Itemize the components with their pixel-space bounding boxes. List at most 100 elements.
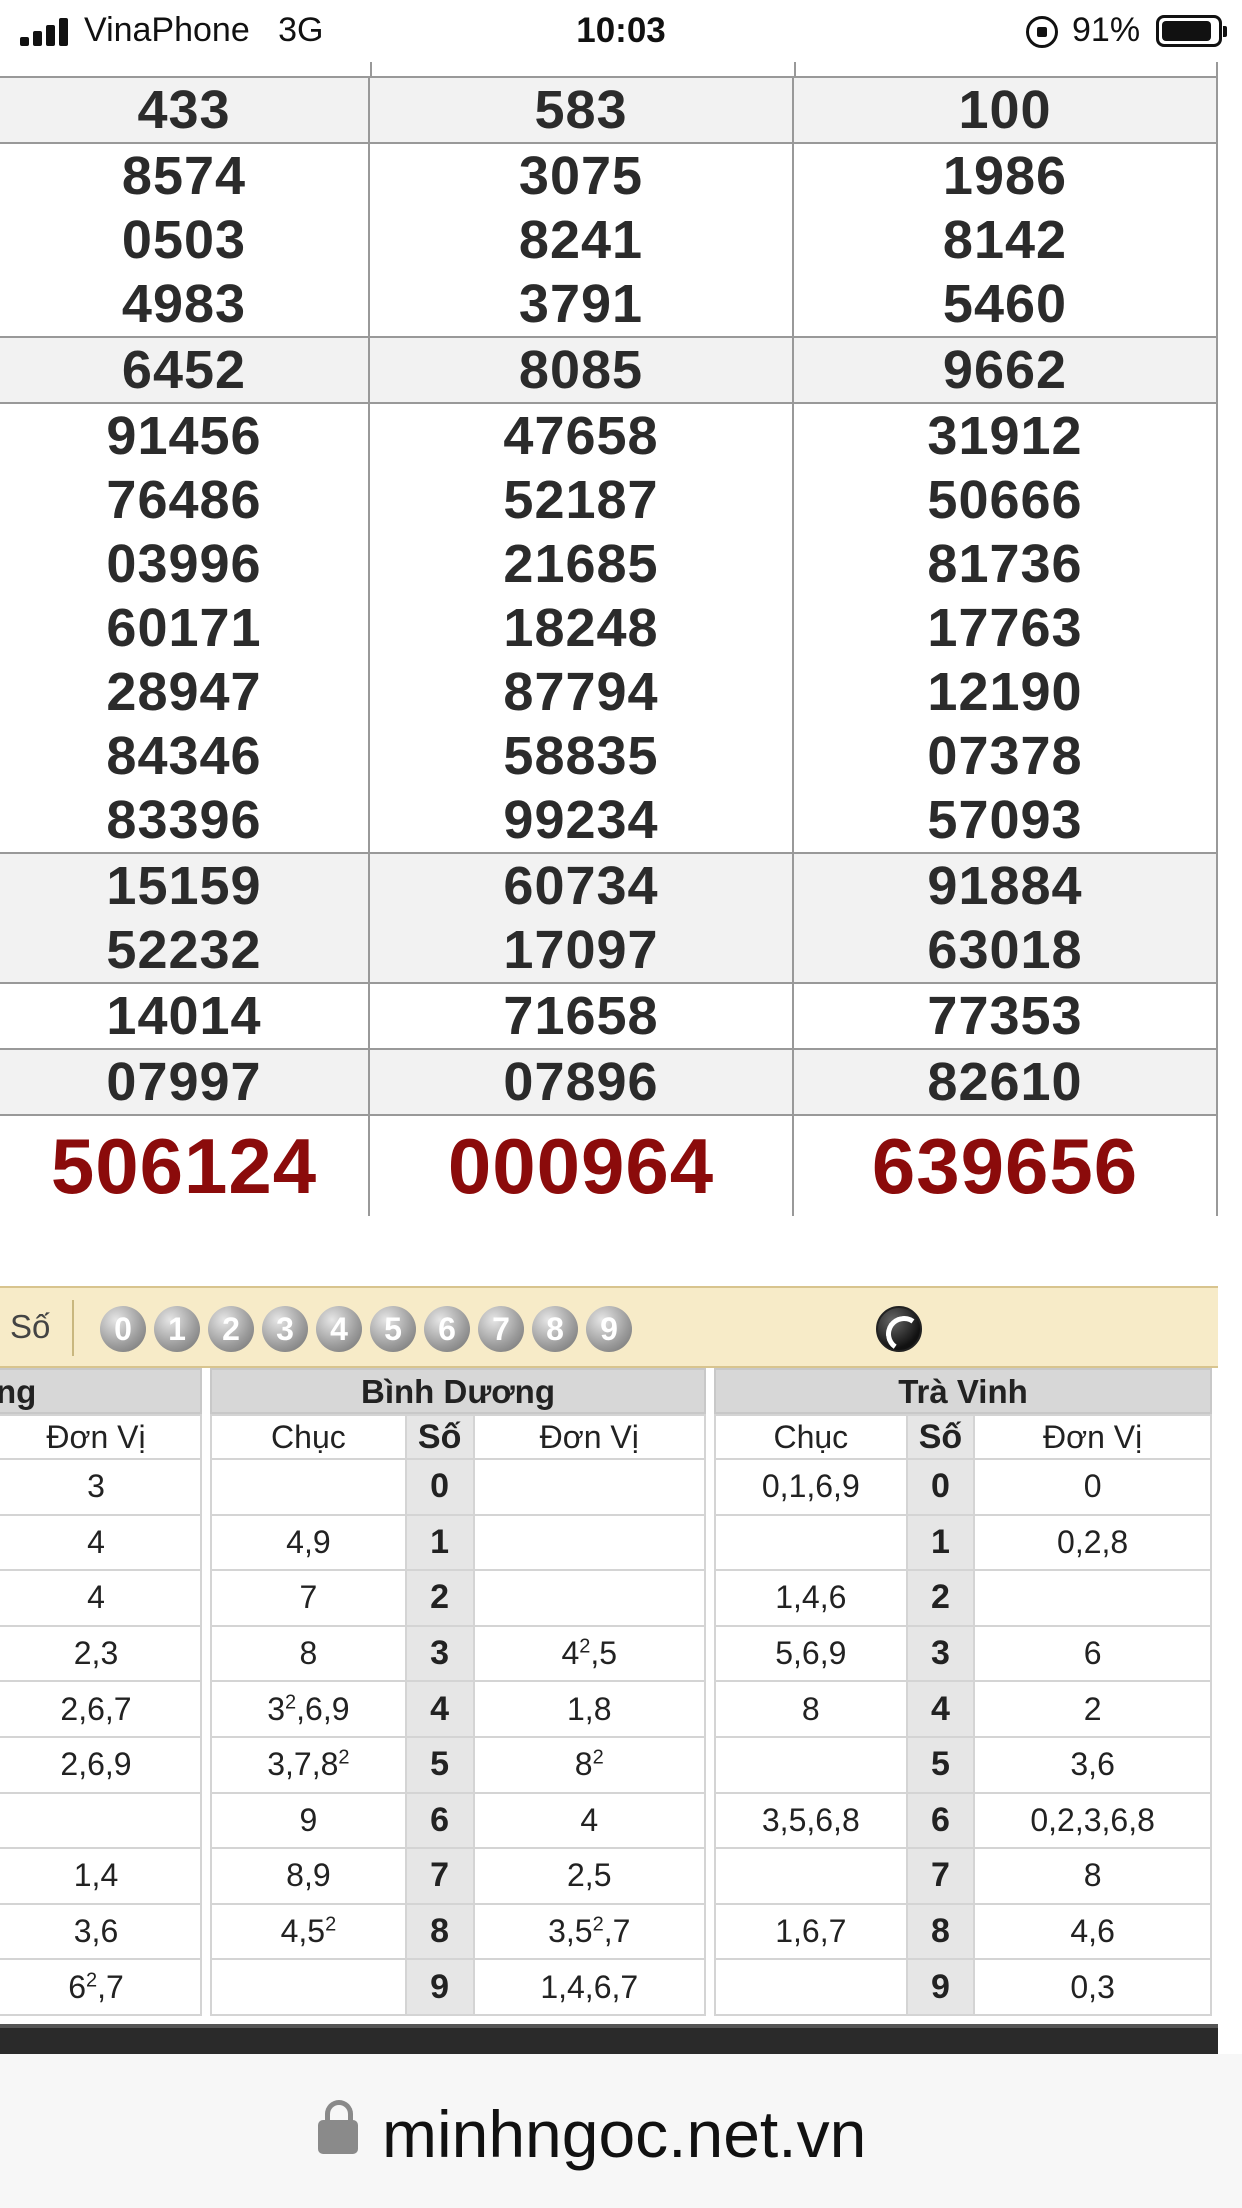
prize-number: 17097	[503, 920, 659, 980]
col-header-so: Số	[905, 1414, 976, 1460]
prize-number: 9662	[942, 340, 1068, 400]
prize-number: 99234	[503, 790, 659, 850]
url-text[interactable]: minhngoc.net.vn	[382, 2096, 866, 2172]
loto-row: 842	[714, 1680, 1212, 1738]
loto-row: 964	[210, 1791, 706, 1850]
prize-number: 77353	[927, 986, 1083, 1046]
prize-cell: 100	[794, 78, 1216, 142]
donvi-cell: 3,6	[973, 1735, 1212, 1794]
prize-number: 31912	[927, 406, 1083, 466]
loto-row: 32,6,9 4 1,8	[210, 1680, 706, 1738]
prize-number: 5460	[942, 274, 1068, 334]
prize-number: 07378	[927, 726, 1083, 786]
so-cell: 4	[905, 1680, 976, 1738]
digit-ball-2[interactable]: 2	[208, 1306, 254, 1352]
digit-ball-3[interactable]: 3	[262, 1306, 308, 1352]
prize-cell: 14014	[0, 984, 370, 1048]
prize-number: 18248	[503, 598, 659, 658]
digit-ball-5[interactable]: 5	[370, 1306, 416, 1352]
prize-number: 60171	[106, 598, 262, 658]
so-cell: 9	[905, 1958, 976, 2016]
donvi-cell: 3,6	[0, 1902, 202, 1961]
prize-cell: 6452	[0, 338, 370, 402]
browser-url-bar[interactable]: minhngoc.net.vn	[0, 2054, 1242, 2208]
so-cell: 9	[404, 1958, 475, 2016]
loto-table-title: Bình Dương	[210, 1368, 706, 1414]
prize-number: 6452	[121, 340, 247, 400]
special-prize-row: 506124 000964 639656	[0, 1114, 1216, 1216]
prize-cell: 000964	[370, 1116, 794, 1216]
loto-row: 4,52 8 3,52,7	[210, 1902, 706, 1961]
chuc-cell: 9	[210, 1791, 407, 1850]
so-cell: 1	[905, 1513, 976, 1572]
chuc-cell	[714, 1847, 908, 1905]
results-table: 433 583 100 8574 0503 4983 3075 8241 3791 1986 814…	[0, 62, 1218, 1216]
digit-ball-1[interactable]: 1	[154, 1306, 200, 1352]
loto-row: 4,9 1	[210, 1513, 706, 1572]
donvi-cell: 4	[472, 1791, 706, 1850]
so-cell: 5	[905, 1735, 976, 1794]
prize-number: 28947	[106, 662, 262, 722]
chuc-cell: 3,5,6,8	[714, 1791, 908, 1850]
prize-cell: 15159 52232	[0, 854, 370, 982]
filter-separator	[72, 1300, 74, 1356]
prize-number: 07997	[106, 1052, 262, 1112]
loto-row: 78	[714, 1847, 1212, 1905]
prize-cell: 71658	[370, 984, 794, 1048]
prize-cell: 1986 8142 5460	[794, 144, 1216, 336]
digit-ball-7[interactable]: 7	[478, 1306, 524, 1352]
chuc-cell: 7	[210, 1569, 407, 1627]
prize-cell: 639656	[794, 1116, 1216, 1216]
rotation-lock-icon	[1026, 16, 1058, 48]
col-header-chuc: Chục	[210, 1414, 407, 1460]
page-bottom-border	[0, 2024, 1218, 2054]
loto-row: 1,4	[0, 1847, 202, 1905]
prize-number: 91884	[927, 856, 1083, 916]
prize-number: 3791	[518, 274, 644, 334]
filter-label: Số	[10, 1308, 51, 1345]
col-header-chuc: Chục	[714, 1414, 908, 1460]
chuc-cell: 8	[714, 1680, 908, 1738]
prize-number: 8142	[942, 210, 1068, 270]
donvi-cell: 82	[472, 1735, 706, 1794]
prize-row: 07997 07896 82610	[0, 1048, 1216, 1114]
status-bar: VinaPhone 3G 10:03 91%	[0, 0, 1242, 62]
prize-number: 17763	[927, 598, 1083, 658]
loto-row	[0, 1791, 202, 1850]
so-cell: 6	[404, 1791, 475, 1850]
battery-percent: 91%	[1072, 11, 1141, 49]
so-cell: 5	[404, 1735, 475, 1794]
digit-ball-0[interactable]: 0	[100, 1306, 146, 1352]
so-cell: 1	[404, 1513, 475, 1572]
prize-number: 8241	[518, 210, 644, 270]
digit-ball-4[interactable]: 4	[316, 1306, 362, 1352]
prize-cell: 47658 52187 21685 18248 87794 58835 99234	[370, 404, 794, 852]
chuc-cell: 1,6,7	[714, 1902, 908, 1961]
chuc-cell: 4,52	[210, 1902, 407, 1961]
loto-row: 5,6,9 3 6	[714, 1624, 1212, 1683]
so-cell: 7	[905, 1847, 976, 1905]
loto-row: 1 0,2,8	[714, 1513, 1212, 1572]
prize-cell: 60734 17097	[370, 854, 794, 982]
chuc-cell	[210, 1958, 407, 2016]
prize-number: 91456	[106, 406, 262, 466]
prize-number: 8574	[121, 146, 247, 206]
so-cell: 8	[404, 1902, 475, 1961]
loto-row: 8,9 7 2,5	[210, 1847, 706, 1905]
digit-ball-6[interactable]: 6	[424, 1306, 470, 1352]
digit-ball-8[interactable]: 8	[532, 1306, 578, 1352]
donvi-cell: 0,2,8	[973, 1513, 1212, 1572]
donvi-cell	[472, 1569, 706, 1627]
loto-row: 3,6	[0, 1902, 202, 1961]
yin-yang-icon[interactable]	[876, 1306, 922, 1352]
prize-number: 87794	[503, 662, 659, 722]
col-header-donvi: Đơn Vị	[472, 1414, 706, 1460]
prize-number: 1986	[942, 146, 1068, 206]
battery-icon	[1156, 15, 1227, 47]
digit-ball-9[interactable]: 9	[586, 1306, 632, 1352]
chuc-cell: 0,1,6,9	[714, 1458, 908, 1516]
prize-row: 8574 0503 4983 3075 8241 3791 1986 8142 5460	[0, 142, 1216, 336]
chuc-cell: 8,9	[210, 1847, 407, 1905]
prize-row: 15159 52232 60734 17097 91884 63018	[0, 852, 1216, 982]
prize-number: 4983	[121, 274, 247, 334]
